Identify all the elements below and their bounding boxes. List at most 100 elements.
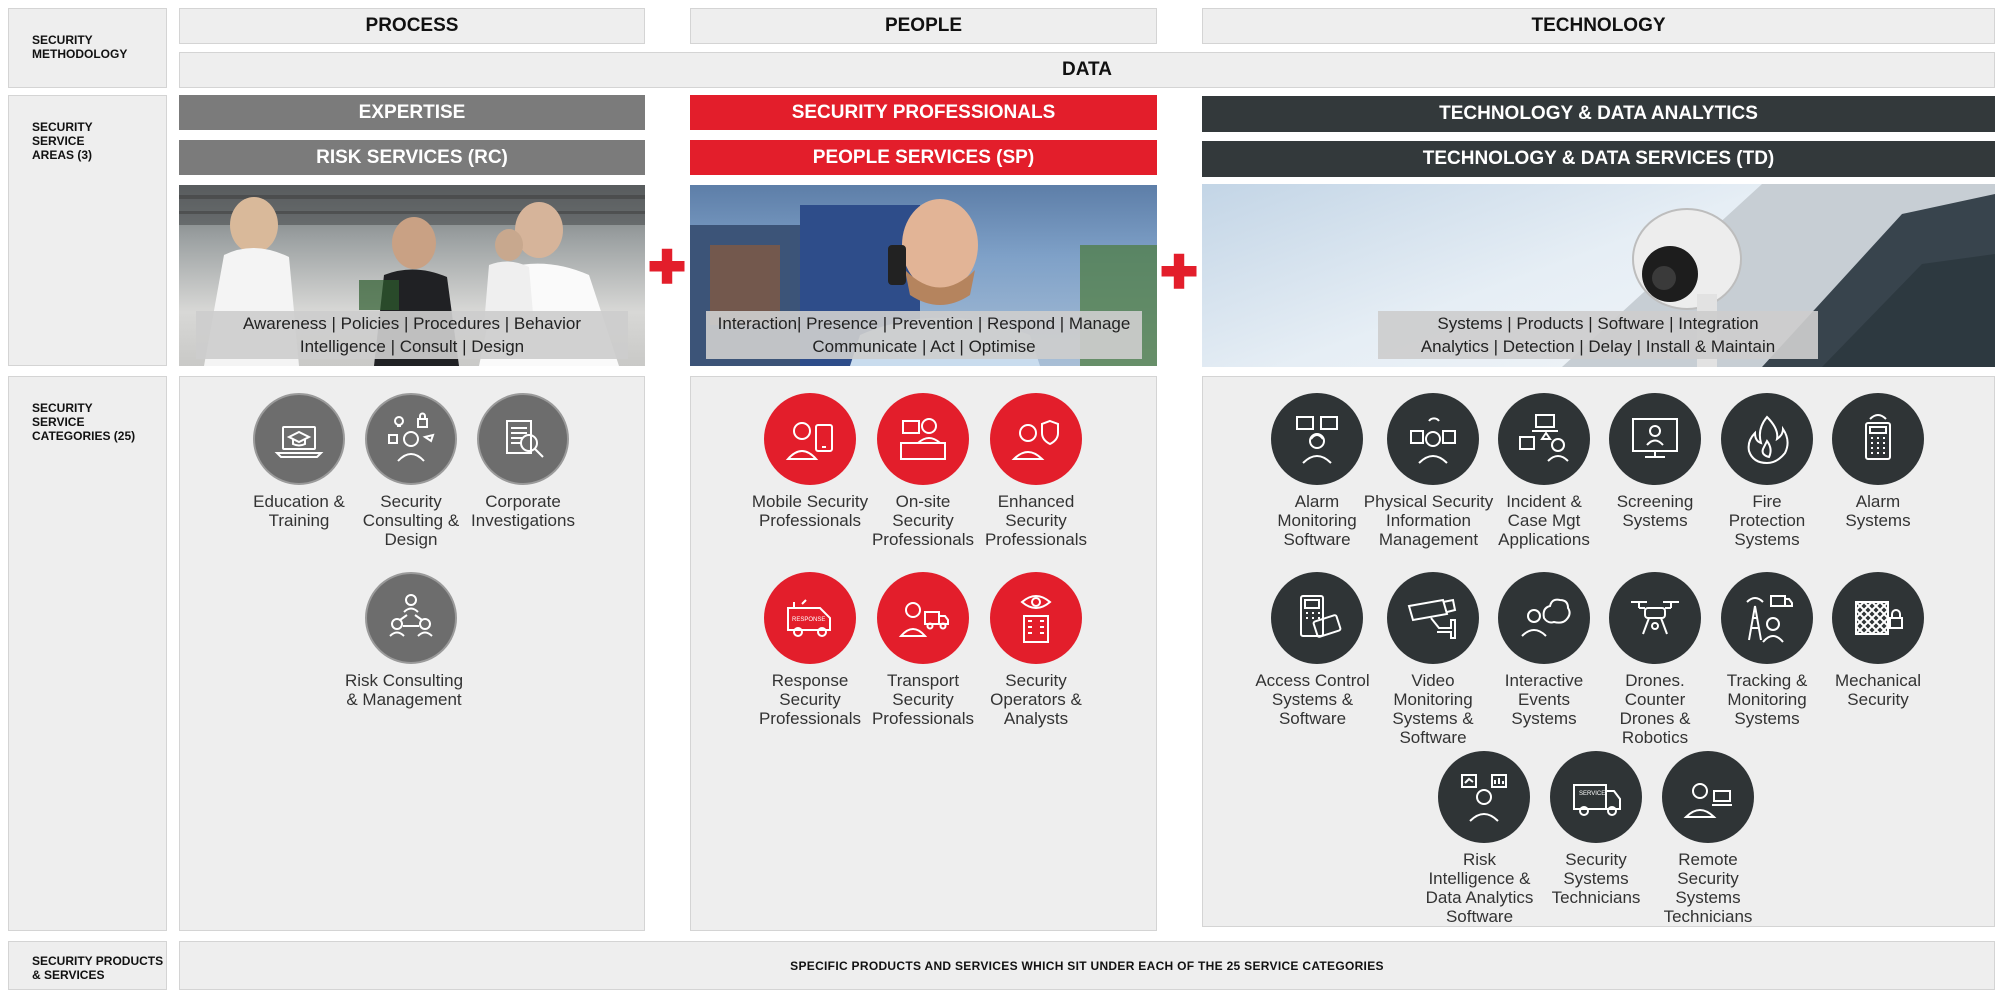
category-label: Security Consulting & Design [362,492,460,549]
category-label: Screening Systems [1616,492,1694,530]
category-label: Response Security Professionals [758,671,862,728]
flame-icon [1721,393,1813,485]
technology-band-data-services: TECHNOLOGY & DATA SERVICES (TD) [1202,141,1995,177]
operator-chip-icon [1387,393,1479,485]
products-services-banner: SPECIFIC PRODUCTS AND SERVICES WHICH SIT… [179,941,1995,990]
svg-text:RESPONSE: RESPONSE [792,617,825,623]
analyst-charts-icon [1438,751,1530,843]
category-psim: Physical Security Information Management [1364,393,1493,549]
guard-desk-icon [877,393,969,485]
operator-cloud-icon [1498,572,1590,664]
category-label: Enhanced Security Professionals [984,492,1088,549]
process-band-expertise: EXPERTISE [179,95,645,130]
category-interactive-events: Interactive Events Systems [1488,572,1600,728]
category-video-monitoring: Video Monitoring Systems & Software [1377,572,1489,747]
process-caption-line1: Awareness | Policies | Procedures | Beha… [243,314,581,333]
category-label: Risk Intelligence & Data Analytics Softw… [1425,850,1534,926]
methodology-people: PEOPLE [690,8,1157,44]
service-van-icon: SERVICE [1550,751,1642,843]
technology-band-analytics: TECHNOLOGY & DATA ANALYTICS [1202,96,1995,132]
category-label: Video Monitoring Systems & Software [1392,671,1474,747]
row-label-service-categories: SECURITY SERVICE CATEGORIES (25) [8,376,167,931]
row-label-products-services: SECURITY PRODUCTS & SERVICES [8,941,167,990]
category-response-security-professionals: RESPONSE Response Security Professionals [754,572,866,728]
process-band-risk-services: RISK SERVICES (RC) [179,140,645,175]
technician-laptop-icon [1662,751,1754,843]
category-security-systems-technicians: SERVICE Security Systems Technicians [1540,751,1652,907]
category-transport-security-professionals: Transport Security Professionals [867,572,979,728]
people-caption: Interaction| Presence | Prevention | Res… [706,311,1142,359]
category-enhanced-security-professionals: Enhanced Security Professionals [980,393,1092,549]
people-network-icon [365,572,457,664]
category-security-operators-analysts: Security Operators & Analysts [980,572,1092,728]
category-tracking-monitoring: Tracking & Monitoring Systems [1711,572,1823,728]
drone-icon [1609,572,1701,664]
guard-truck-icon [877,572,969,664]
people-band-security-professionals: SECURITY PROFESSIONALS [690,95,1157,130]
category-label: Interactive Events Systems [1504,671,1584,728]
category-access-control: Access Control Systems & Software [1255,572,1373,728]
category-label: Physical Security Information Management [1363,492,1494,549]
methodology-data: DATA [179,52,1995,88]
row-label-methodology: SECURITY METHODOLOGY [8,8,167,88]
guard-shield-icon [990,393,1082,485]
category-label: Security Systems Technicians [1551,850,1641,907]
category-label: Drones. Counter Drones & Robotics [1619,671,1691,747]
category-label: Transport Security Professionals [871,671,975,728]
methodology-technology: TECHNOLOGY [1202,8,1995,44]
category-label: Alarm Monitoring Software [1277,492,1357,549]
process-caption-line2: Intelligence | Consult | Design [299,337,525,356]
category-label: Fire Protection Systems [1728,492,1806,549]
operator-screens-icon [1271,393,1363,485]
response-vehicle-icon: RESPONSE [764,572,856,664]
category-label: Education & Training [253,492,345,530]
category-onsite-security-professionals: On-site Security Professionals [867,393,979,549]
category-alarm-monitoring-software: Alarm Monitoring Software [1261,393,1373,549]
people-caption-line1: Interaction| Presence | Prevention | Res… [717,314,1131,333]
document-magnifier-icon [477,393,569,485]
row-label-service-areas: SECURITY SERVICE AREAS (3) [8,95,167,366]
category-mobile-security-professionals: Mobile Security Professionals [752,393,868,530]
technology-caption: Systems | Products | Software | Integrat… [1378,311,1818,359]
laptop-graduation-cap-icon [253,393,345,485]
category-label: Remote Security Systems Technicians [1663,850,1753,926]
fence-padlock-icon [1832,572,1924,664]
category-fire-protection-systems: Fire Protection Systems [1711,393,1823,549]
category-security-consulting-design: Security Consulting & Design [355,393,467,549]
eye-building-icon [990,572,1082,664]
category-screening-systems: Screening Systems [1599,393,1711,530]
category-label: Access Control Systems & Software [1255,671,1370,728]
category-drones-robotics: Drones. Counter Drones & Robotics [1599,572,1711,747]
svg-text:SERVICE: SERVICE [1579,791,1605,797]
plus-icon-process-people: ✚ [647,241,687,293]
category-label: Mobile Security Professionals [751,492,869,530]
category-mechanical-security: Mechanical Security [1822,572,1934,709]
category-label: Alarm Systems [1845,492,1911,530]
consultant-lightbulb-lock-icon [365,393,457,485]
category-label: Risk Consulting & Management [344,671,464,709]
plus-icon-people-technology: ✚ [1159,246,1199,298]
access-card-icon [1271,572,1363,664]
category-risk-intelligence-analytics: Risk Intelligence & Data Analytics Softw… [1426,751,1540,926]
category-label: On-site Security Professionals [871,492,975,549]
people-caption-line2: Communicate | Act | Optimise [812,337,1036,356]
category-label: Tracking & Monitoring Systems [1726,671,1808,728]
category-incident-case-management: Incident & Case Mgt Applications [1488,393,1600,549]
category-label: Security Operators & Analysts [990,671,1082,728]
screening-monitor-icon [1609,393,1701,485]
category-corporate-investigations: Corporate Investigations [467,393,579,530]
category-risk-consulting-management: Risk Consulting & Management [345,572,467,709]
category-remote-security-technicians: Remote Security Systems Technicians [1652,751,1764,926]
alarm-keypad-icon [1832,393,1924,485]
technology-caption-line2: Analytics | Detection | Delay | Install … [1420,337,1776,356]
methodology-process: PROCESS [179,8,645,44]
technology-caption-line1: Systems | Products | Software | Integrat… [1437,314,1759,333]
category-label: Incident & Case Mgt Applications [1498,492,1590,549]
category-label: Corporate Investigations [471,492,575,530]
cctv-camera-icon [1387,572,1479,664]
people-band-people-services: PEOPLE SERVICES (SP) [690,140,1157,175]
incident-laptop-icon [1498,393,1590,485]
guard-phone-icon [764,393,856,485]
category-education-training: Education & Training [243,393,355,530]
category-label: Mechanical Security [1835,671,1921,709]
